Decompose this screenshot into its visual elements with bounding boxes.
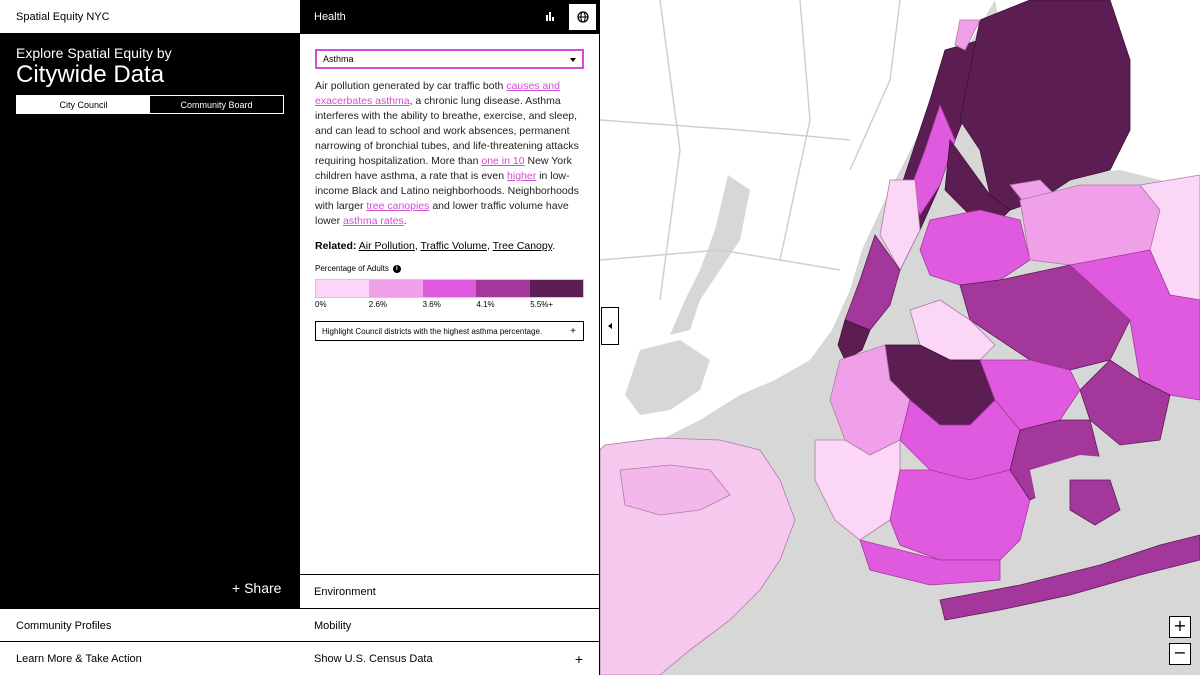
legend-label: 3.6% (422, 300, 441, 309)
chart-view-icon[interactable] (540, 7, 560, 27)
legend-swatch (476, 280, 530, 297)
left-panel: Spatial Equity NYC Explore Spatial Equit… (0, 0, 300, 675)
description-text: . (403, 215, 407, 227)
legend-label: 0% (315, 300, 327, 309)
legend-swatch (369, 280, 423, 297)
legend-swatch (422, 280, 477, 297)
city-council-button[interactable]: City Council (17, 96, 150, 113)
related-link-tree-canopy[interactable]: Tree Canopy (493, 240, 553, 252)
choropleth-map[interactable]: mapbox (600, 0, 1200, 675)
highlight-districts-button[interactable]: Highlight Council districts with the hig… (315, 321, 584, 341)
related-link-traffic-volume[interactable]: Traffic Volume (420, 240, 487, 252)
page-title: Citywide Data (16, 61, 165, 88)
metric-description: Air pollution generated by car traffic b… (315, 79, 590, 229)
highlight-districts-label: Highlight Council districts with the hig… (322, 327, 543, 336)
related-metrics: Related: Air Pollution, Traffic Volume, … (315, 240, 556, 252)
explore-subtitle: Explore Spatial Equity by (16, 45, 172, 61)
chevron-down-icon (570, 58, 576, 62)
census-data-label: Show U.S. Census Data (314, 653, 433, 665)
map-district-queens-northwest (919, 209, 1031, 286)
related-label: Related: (315, 240, 357, 252)
legend-color-scale (315, 279, 584, 298)
description-link[interactable]: higher (507, 170, 536, 182)
legend-swatch (316, 280, 370, 297)
description-link[interactable]: one in 10 (481, 155, 524, 167)
legend-label: 5.5%+ (530, 300, 554, 309)
globe-icon[interactable] (568, 3, 597, 31)
description-link[interactable]: tree canopies (366, 200, 429, 212)
census-data-toggle[interactable]: Show U.S. Census Data + (300, 641, 599, 675)
geography-toggle: City Council Community Board (16, 95, 284, 114)
legend-label: 4.1% (476, 300, 495, 309)
zoom-in-button[interactable]: + (1169, 616, 1191, 638)
description-link[interactable]: asthma rates (343, 215, 404, 227)
app-title[interactable]: Spatial Equity NYC (0, 0, 300, 34)
legend-title: Percentage of Adults i (315, 264, 401, 273)
legend-labels: 0% 2.6% 3.6% 4.1% 5.5%+ (315, 300, 584, 310)
legend-swatch (529, 280, 584, 297)
map-canvas[interactable] (600, 0, 1200, 675)
collapse-panel-button[interactable] (601, 307, 619, 345)
category-environment[interactable]: Environment (300, 574, 599, 607)
zoom-out-button[interactable]: − (1169, 643, 1191, 665)
legend-label: 2.6% (368, 300, 388, 309)
map-district-bronx-north (959, 0, 1131, 211)
legend-title-text: Percentage of Adults (315, 264, 389, 273)
metric-dropdown-value: Asthma (323, 54, 354, 64)
description-text: Air pollution generated by car traffic b… (315, 80, 507, 92)
share-button[interactable]: + Share (232, 580, 281, 596)
plus-icon: + (574, 651, 583, 667)
chevron-left-icon (608, 323, 612, 329)
metric-dropdown[interactable]: Asthma (315, 49, 584, 69)
community-board-button[interactable]: Community Board (150, 96, 283, 113)
map-district-brooklyn-south (889, 469, 1031, 561)
map-district-brooklyn-southwest (814, 439, 901, 541)
community-profiles-link[interactable]: Community Profiles (0, 608, 300, 641)
learn-more-link[interactable]: Learn More & Take Action (0, 641, 300, 675)
related-link-air-pollution[interactable]: Air Pollution (359, 240, 415, 252)
info-icon[interactable]: i (392, 264, 401, 273)
category-mobility[interactable]: Mobility (300, 608, 599, 641)
plus-icon: + (570, 326, 576, 337)
